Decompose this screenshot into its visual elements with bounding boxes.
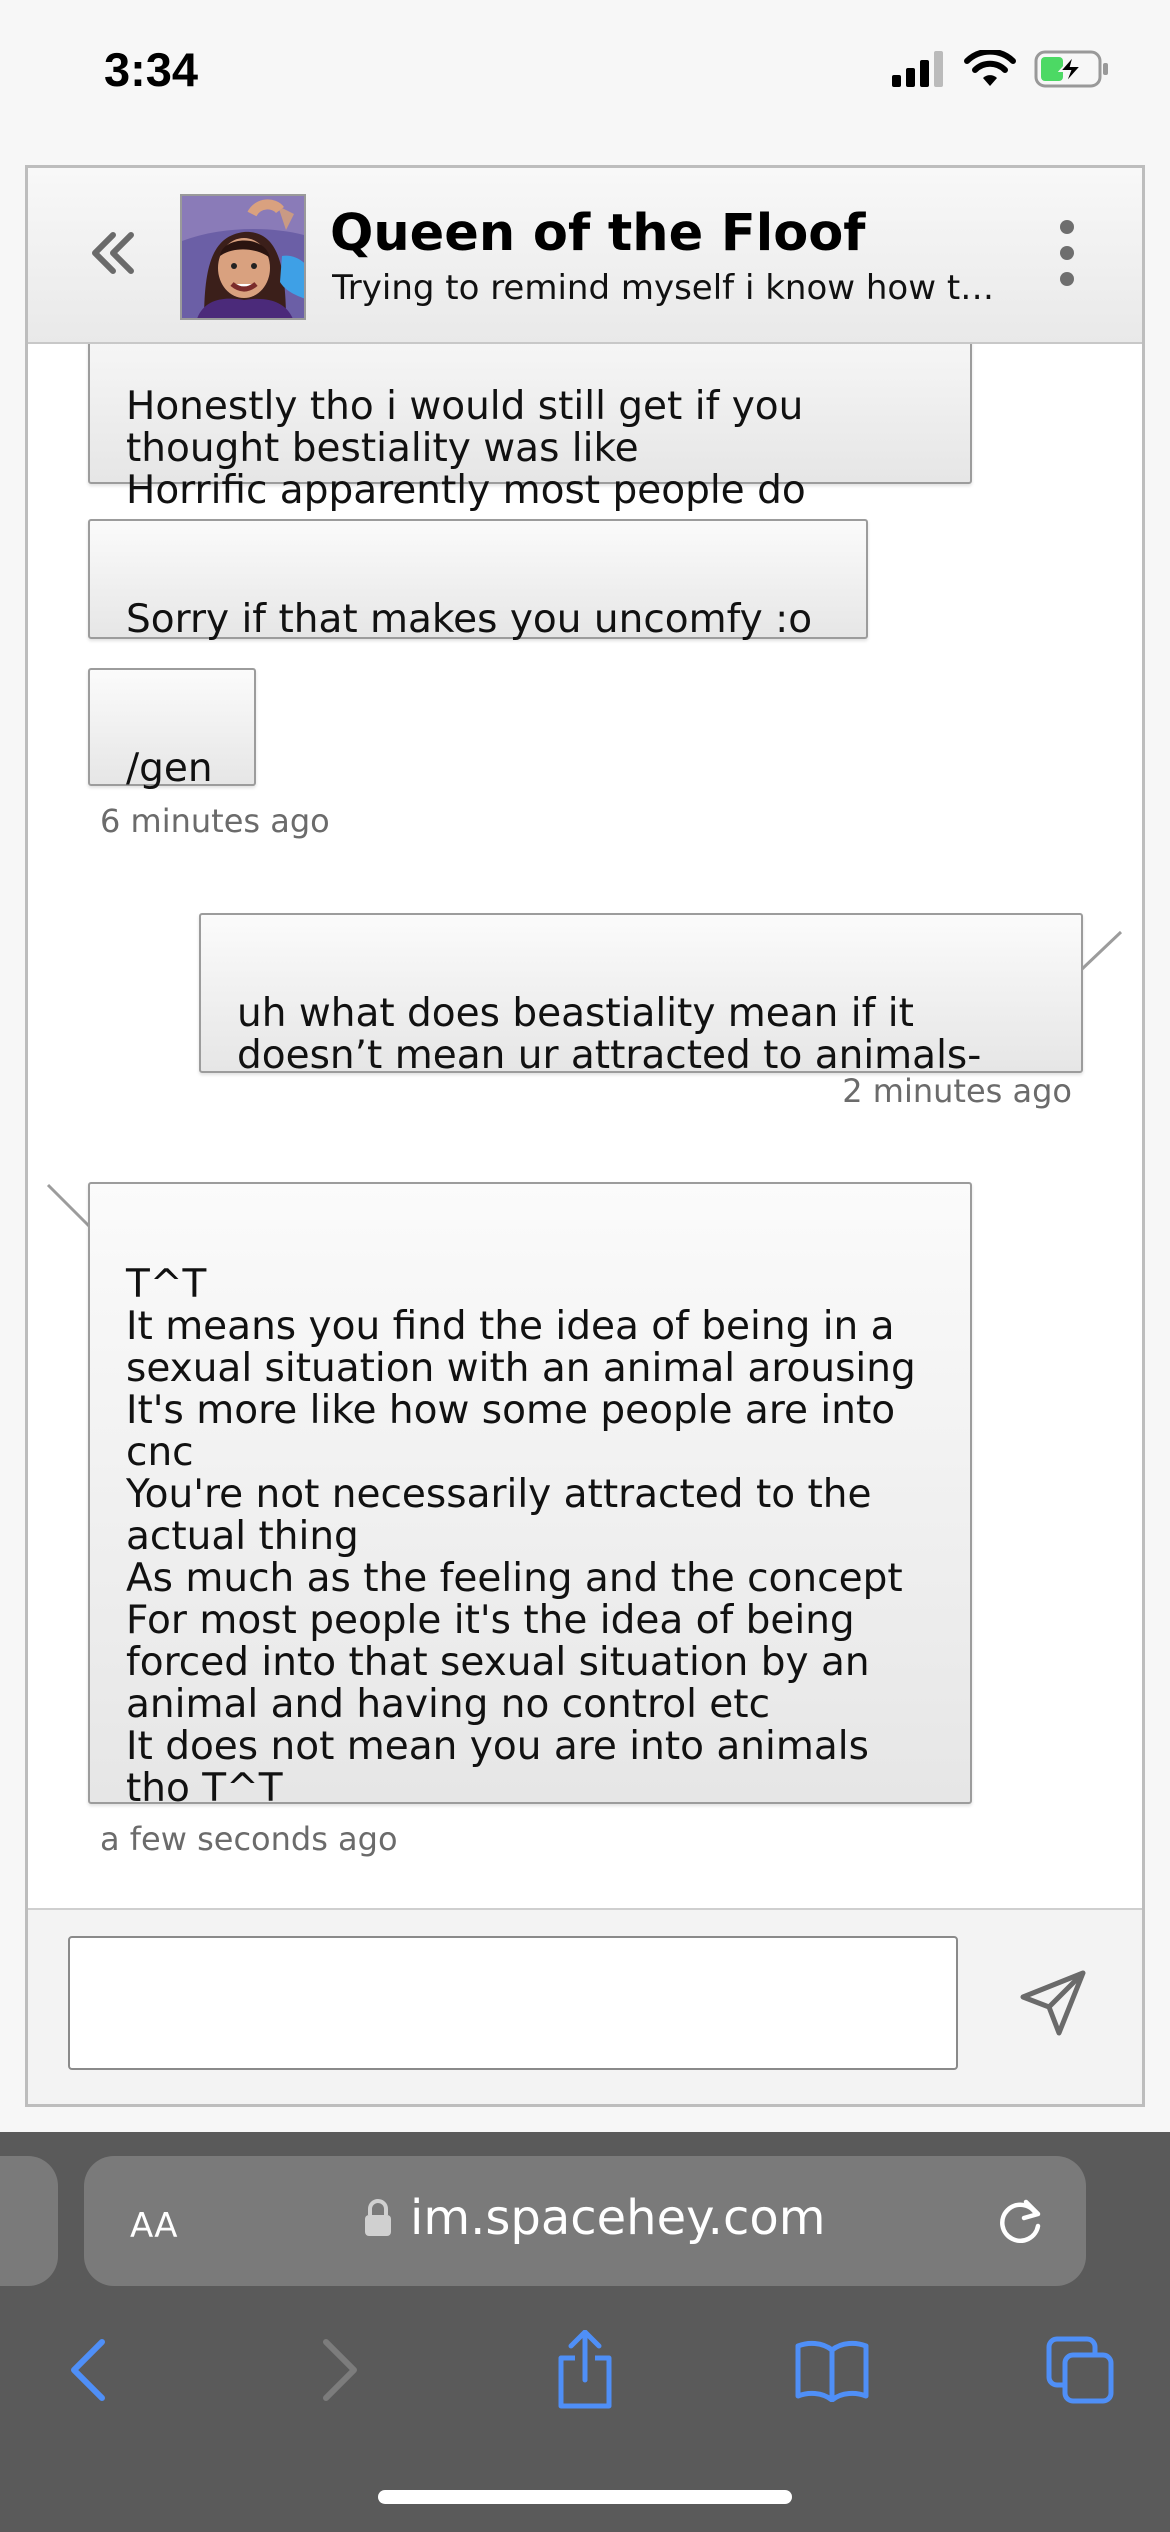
tabs-button[interactable] — [1040, 2330, 1120, 2410]
message-text: T^T It means you find the idea of being … — [126, 1262, 916, 1811]
share-icon — [558, 2330, 612, 2409]
composer — [28, 1908, 1142, 2104]
message-timestamp: 6 minutes ago — [100, 802, 330, 840]
wifi-icon — [964, 50, 1016, 86]
chevron-right-icon — [323, 2339, 357, 2401]
more-options-button[interactable] — [1052, 220, 1082, 286]
battery-charging-icon — [1034, 50, 1108, 88]
paper-plane-icon — [1020, 1970, 1086, 2036]
previous-tab-peek[interactable] — [0, 2156, 58, 2286]
message-input[interactable] — [68, 1936, 958, 2070]
tabs-icon — [1046, 2336, 1114, 2404]
send-button[interactable] — [1008, 1958, 1098, 2048]
book-icon — [795, 2340, 869, 2402]
url-display[interactable]: im.spacehey.com — [364, 2190, 825, 2246]
status-bar: 3:34 — [0, 0, 1170, 150]
chat-header: Queen of the Floof Trying to remind myse… — [28, 168, 1142, 344]
message-bubble-received: /gen — [88, 668, 256, 790]
address-bar[interactable]: AA im.spacehey.com — [84, 2156, 1086, 2286]
back-button[interactable] — [78, 218, 148, 288]
status-icons — [892, 50, 1110, 88]
chat-window: Queen of the Floof Trying to remind myse… — [25, 165, 1145, 2107]
avatar-image — [182, 196, 304, 318]
reload-icon[interactable] — [992, 2194, 1048, 2250]
message-bubble-sent: uh what does beastiality mean if it does… — [199, 913, 1083, 1077]
text-size-button[interactable]: AA — [130, 2194, 177, 2248]
lock-icon — [365, 2199, 391, 2236]
url-text: im.spacehey.com — [410, 2190, 826, 2246]
safari-browser-bar: AA im.spacehey.com — [0, 2132, 1170, 2532]
contact-status: Trying to remind myself i know how to... — [332, 268, 1012, 308]
contact-avatar[interactable] — [180, 194, 306, 320]
chevron-left-icon — [71, 2339, 105, 2401]
bookmarks-button[interactable] — [792, 2330, 872, 2410]
double-chevron-left-icon — [92, 232, 134, 274]
message-text: Sorry if that makes you uncomfy :o — [126, 597, 813, 642]
browser-back-button[interactable] — [48, 2330, 128, 2410]
message-bubble-received: Honestly tho i would still get if you th… — [88, 344, 972, 512]
browser-forward-button[interactable] — [300, 2330, 380, 2410]
home-indicator[interactable] — [378, 2490, 792, 2504]
message-text: /gen — [126, 746, 213, 791]
bubble-tail — [46, 1183, 92, 1229]
bubble-tail — [1081, 930, 1123, 972]
status-time: 3:34 — [104, 43, 199, 96]
message-list[interactable]: Honestly tho i would still get if you th… — [28, 344, 1142, 1908]
cellular-signal-icon — [892, 51, 943, 87]
message-timestamp: a few seconds ago — [100, 1820, 398, 1858]
contact-name[interactable]: Queen of the Floof — [330, 204, 866, 263]
message-text: uh what does beastiality mean if it does… — [237, 991, 982, 1078]
vertical-ellipsis-icon — [1060, 220, 1074, 234]
message-bubble-received: Sorry if that makes you uncomfy :o — [88, 519, 868, 642]
text-size-label: AA — [130, 2206, 178, 2246]
browser-toolbar — [0, 2302, 1170, 2432]
share-button[interactable] — [545, 2330, 625, 2410]
message-text: Honestly tho i would still get if you th… — [126, 384, 806, 513]
message-timestamp: 2 minutes ago — [842, 1072, 1072, 1110]
message-bubble-received: T^T It means you find the idea of being … — [88, 1182, 972, 1810]
